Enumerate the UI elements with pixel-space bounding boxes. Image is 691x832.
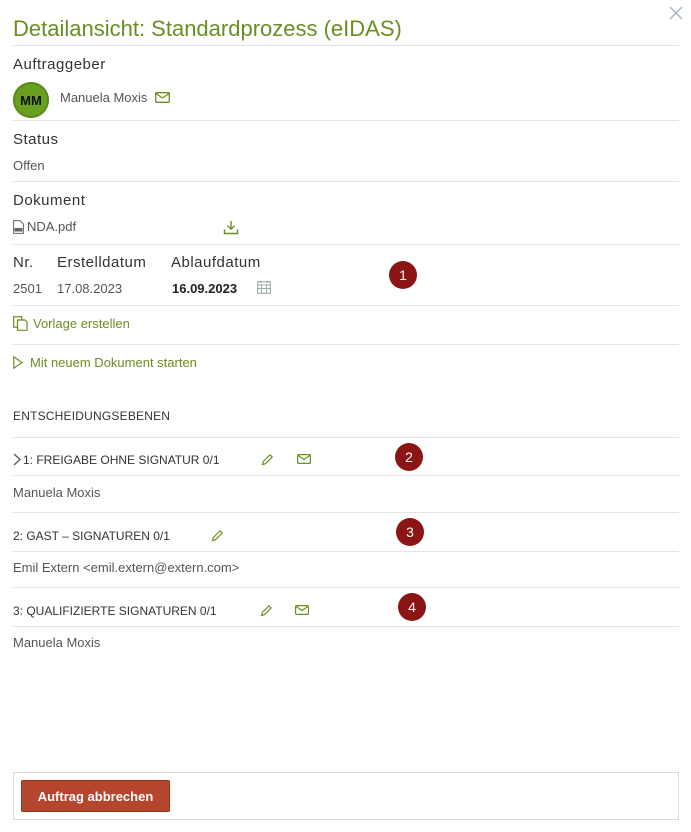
level-title: 1: FREIGABE OHNE SIGNATUR 0/1 <box>23 453 220 467</box>
mail-icon[interactable] <box>294 604 310 616</box>
divider <box>13 437 679 438</box>
level-member: Emil Extern <emil.extern@extern.com> <box>13 560 240 575</box>
copy-template-icon <box>13 316 28 331</box>
divider <box>13 512 679 513</box>
divider <box>13 305 679 306</box>
cancel-order-button[interactable]: Auftrag abbrechen <box>21 780 170 812</box>
divider <box>13 626 679 627</box>
level-title: 2: GAST – SIGNATUREN 0/1 <box>13 529 170 543</box>
levels-heading: ENTSCHEIDUNGSEBENEN <box>13 409 171 423</box>
status-label: Status <box>13 131 59 148</box>
annotation-marker-1: 1 <box>389 261 417 289</box>
annotation-marker-2: 2 <box>395 443 423 471</box>
pencil-icon[interactable] <box>259 451 275 467</box>
divider <box>13 120 679 121</box>
divider <box>13 587 679 588</box>
divider <box>13 551 679 552</box>
nr-label: Nr. <box>13 254 34 271</box>
mail-icon[interactable] <box>154 90 171 104</box>
divider <box>13 244 679 245</box>
level-member: Manuela Moxis <box>13 635 101 650</box>
document-label: Dokument <box>13 192 86 209</box>
created-date-label: Erstelldatum <box>57 254 147 271</box>
calendar-icon[interactable] <box>256 279 272 295</box>
document-file-link[interactable]: NDA.pdf <box>27 219 76 234</box>
created-date-value: 17.08.2023 <box>57 281 123 296</box>
pencil-icon[interactable] <box>209 527 225 543</box>
requester-name: Manuela Moxis <box>60 90 148 105</box>
start-new-document-link[interactable]: Mit neuem Dokument starten <box>30 355 197 370</box>
chevron-right-icon[interactable] <box>13 453 21 466</box>
divider <box>13 475 679 476</box>
annotation-marker-3: 3 <box>396 518 424 546</box>
pdf-file-icon <box>13 220 24 234</box>
requester-label: Auftraggeber <box>13 56 106 73</box>
dialog-title: Detailansicht: Standardprozess (eIDAS) <box>13 16 402 41</box>
level-title: 3: QUALIFIZIERTE SIGNATUREN 0/1 <box>13 604 217 618</box>
nr-value: 2501 <box>13 281 42 296</box>
divider <box>13 344 679 345</box>
mail-icon[interactable] <box>296 453 312 465</box>
download-icon[interactable] <box>222 219 240 235</box>
avatar: MM <box>13 82 49 118</box>
divider <box>13 45 679 46</box>
close-icon[interactable] <box>667 4 685 22</box>
annotation-marker-4: 4 <box>398 593 426 621</box>
expiry-date-value: 16.09.2023 <box>172 281 238 296</box>
level-member: Manuela Moxis <box>13 485 101 500</box>
create-template-link[interactable]: Vorlage erstellen <box>33 316 130 331</box>
divider <box>13 181 679 182</box>
detail-dialog: Detailansicht: Standardprozess (eIDAS) A… <box>0 0 691 832</box>
pencil-icon[interactable] <box>258 602 274 618</box>
status-value: Offen <box>13 158 45 173</box>
play-icon <box>13 355 24 370</box>
expiry-date-label: Ablaufdatum <box>171 254 261 271</box>
